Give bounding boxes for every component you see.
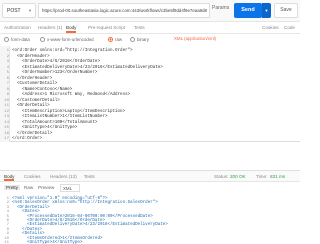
radio-label: x-www-form-urlencoded bbox=[47, 37, 94, 42]
radio-selected-icon bbox=[108, 37, 113, 42]
chevron-down-icon: ▼ bbox=[28, 8, 32, 13]
tab-tests[interactable]: Tests bbox=[134, 25, 145, 30]
line-number: 17 bbox=[4, 137, 9, 141]
radio-form-data[interactable]: form-data bbox=[4, 37, 30, 42]
request-bar: POST ▼ https://prod-00.southeastasia.log… bbox=[0, 0, 300, 22]
response-view-bar: Pretty Raw Preview XML bbox=[0, 183, 300, 194]
request-tabs: Authorization Headers (1) Body Pre-reque… bbox=[0, 22, 300, 34]
response-tab-tests[interactable]: Tests bbox=[84, 174, 95, 179]
radio-raw[interactable]: raw bbox=[108, 37, 122, 42]
radio-label: binary bbox=[137, 37, 149, 42]
params-button[interactable]: Params bbox=[212, 5, 229, 11]
method-label: POST bbox=[7, 8, 21, 14]
response-tab-body[interactable]: Body bbox=[4, 174, 15, 181]
tab-headers[interactable]: Headers (1) bbox=[38, 25, 62, 30]
tab-pre-request-script[interactable]: Pre-request Script bbox=[88, 25, 125, 30]
format-select[interactable]: XML bbox=[60, 184, 80, 192]
tab-body[interactable]: Body bbox=[66, 25, 77, 33]
radio-icon bbox=[4, 37, 9, 42]
tab-authorization[interactable]: Authorization bbox=[4, 25, 31, 30]
response-tabs: Body Cookies Headers (12) Tests Status: … bbox=[0, 170, 300, 182]
cookies-link[interactable]: Cookies bbox=[262, 25, 279, 30]
code-text: <UnitType>4</UnitType> bbox=[12, 241, 83, 244]
view-raw-button[interactable]: Raw bbox=[24, 185, 33, 190]
status-value: 200 OK bbox=[230, 174, 246, 179]
radio-icon bbox=[130, 37, 135, 42]
send-options-chevron-icon[interactable]: ▼ bbox=[262, 3, 271, 18]
format-label: XML bbox=[63, 186, 73, 191]
body-type-options: form-data x-www-form-urlencoded raw bina… bbox=[0, 35, 300, 45]
response-body: 1 <?xml version="1.0" encoding="utf-8"?> 2… bbox=[0, 195, 300, 244]
code-link[interactable]: Code bbox=[284, 25, 295, 30]
line-number: 11 bbox=[4, 241, 9, 244]
content-type-select[interactable]: XML (application/xml) bbox=[174, 36, 216, 41]
status-label: Status: bbox=[214, 174, 229, 179]
radio-icon bbox=[40, 37, 45, 42]
send-button[interactable]: Send bbox=[234, 3, 262, 18]
radio-label: raw bbox=[115, 37, 123, 42]
url-input[interactable]: https://prod-00.southeastasia.logic.azur… bbox=[38, 3, 210, 18]
radio-label: form-data bbox=[11, 37, 30, 42]
time-value: 831 ms bbox=[270, 174, 286, 179]
view-preview-button[interactable]: Preview bbox=[38, 185, 54, 190]
view-pretty-button[interactable]: Pretty bbox=[4, 185, 20, 190]
save-label: Save bbox=[280, 7, 292, 13]
radio-urlencoded[interactable]: x-www-form-urlencoded bbox=[40, 37, 94, 42]
radio-binary[interactable]: binary bbox=[130, 37, 149, 42]
save-button[interactable]: Save bbox=[274, 3, 298, 18]
response-tab-cookies[interactable]: Cookies bbox=[24, 174, 41, 179]
postman-window: { "request": { "method": "POST", "url": … bbox=[0, 0, 300, 244]
time-label: Time: bbox=[256, 174, 268, 179]
code-text: </ord:Order> bbox=[12, 137, 43, 141]
method-select[interactable]: POST ▼ bbox=[2, 3, 36, 18]
response-tab-headers[interactable]: Headers (12) bbox=[50, 174, 77, 179]
request-body-editor[interactable]: 1 <ord:Order xmlns:ord="http://Integratio… bbox=[0, 46, 300, 142]
